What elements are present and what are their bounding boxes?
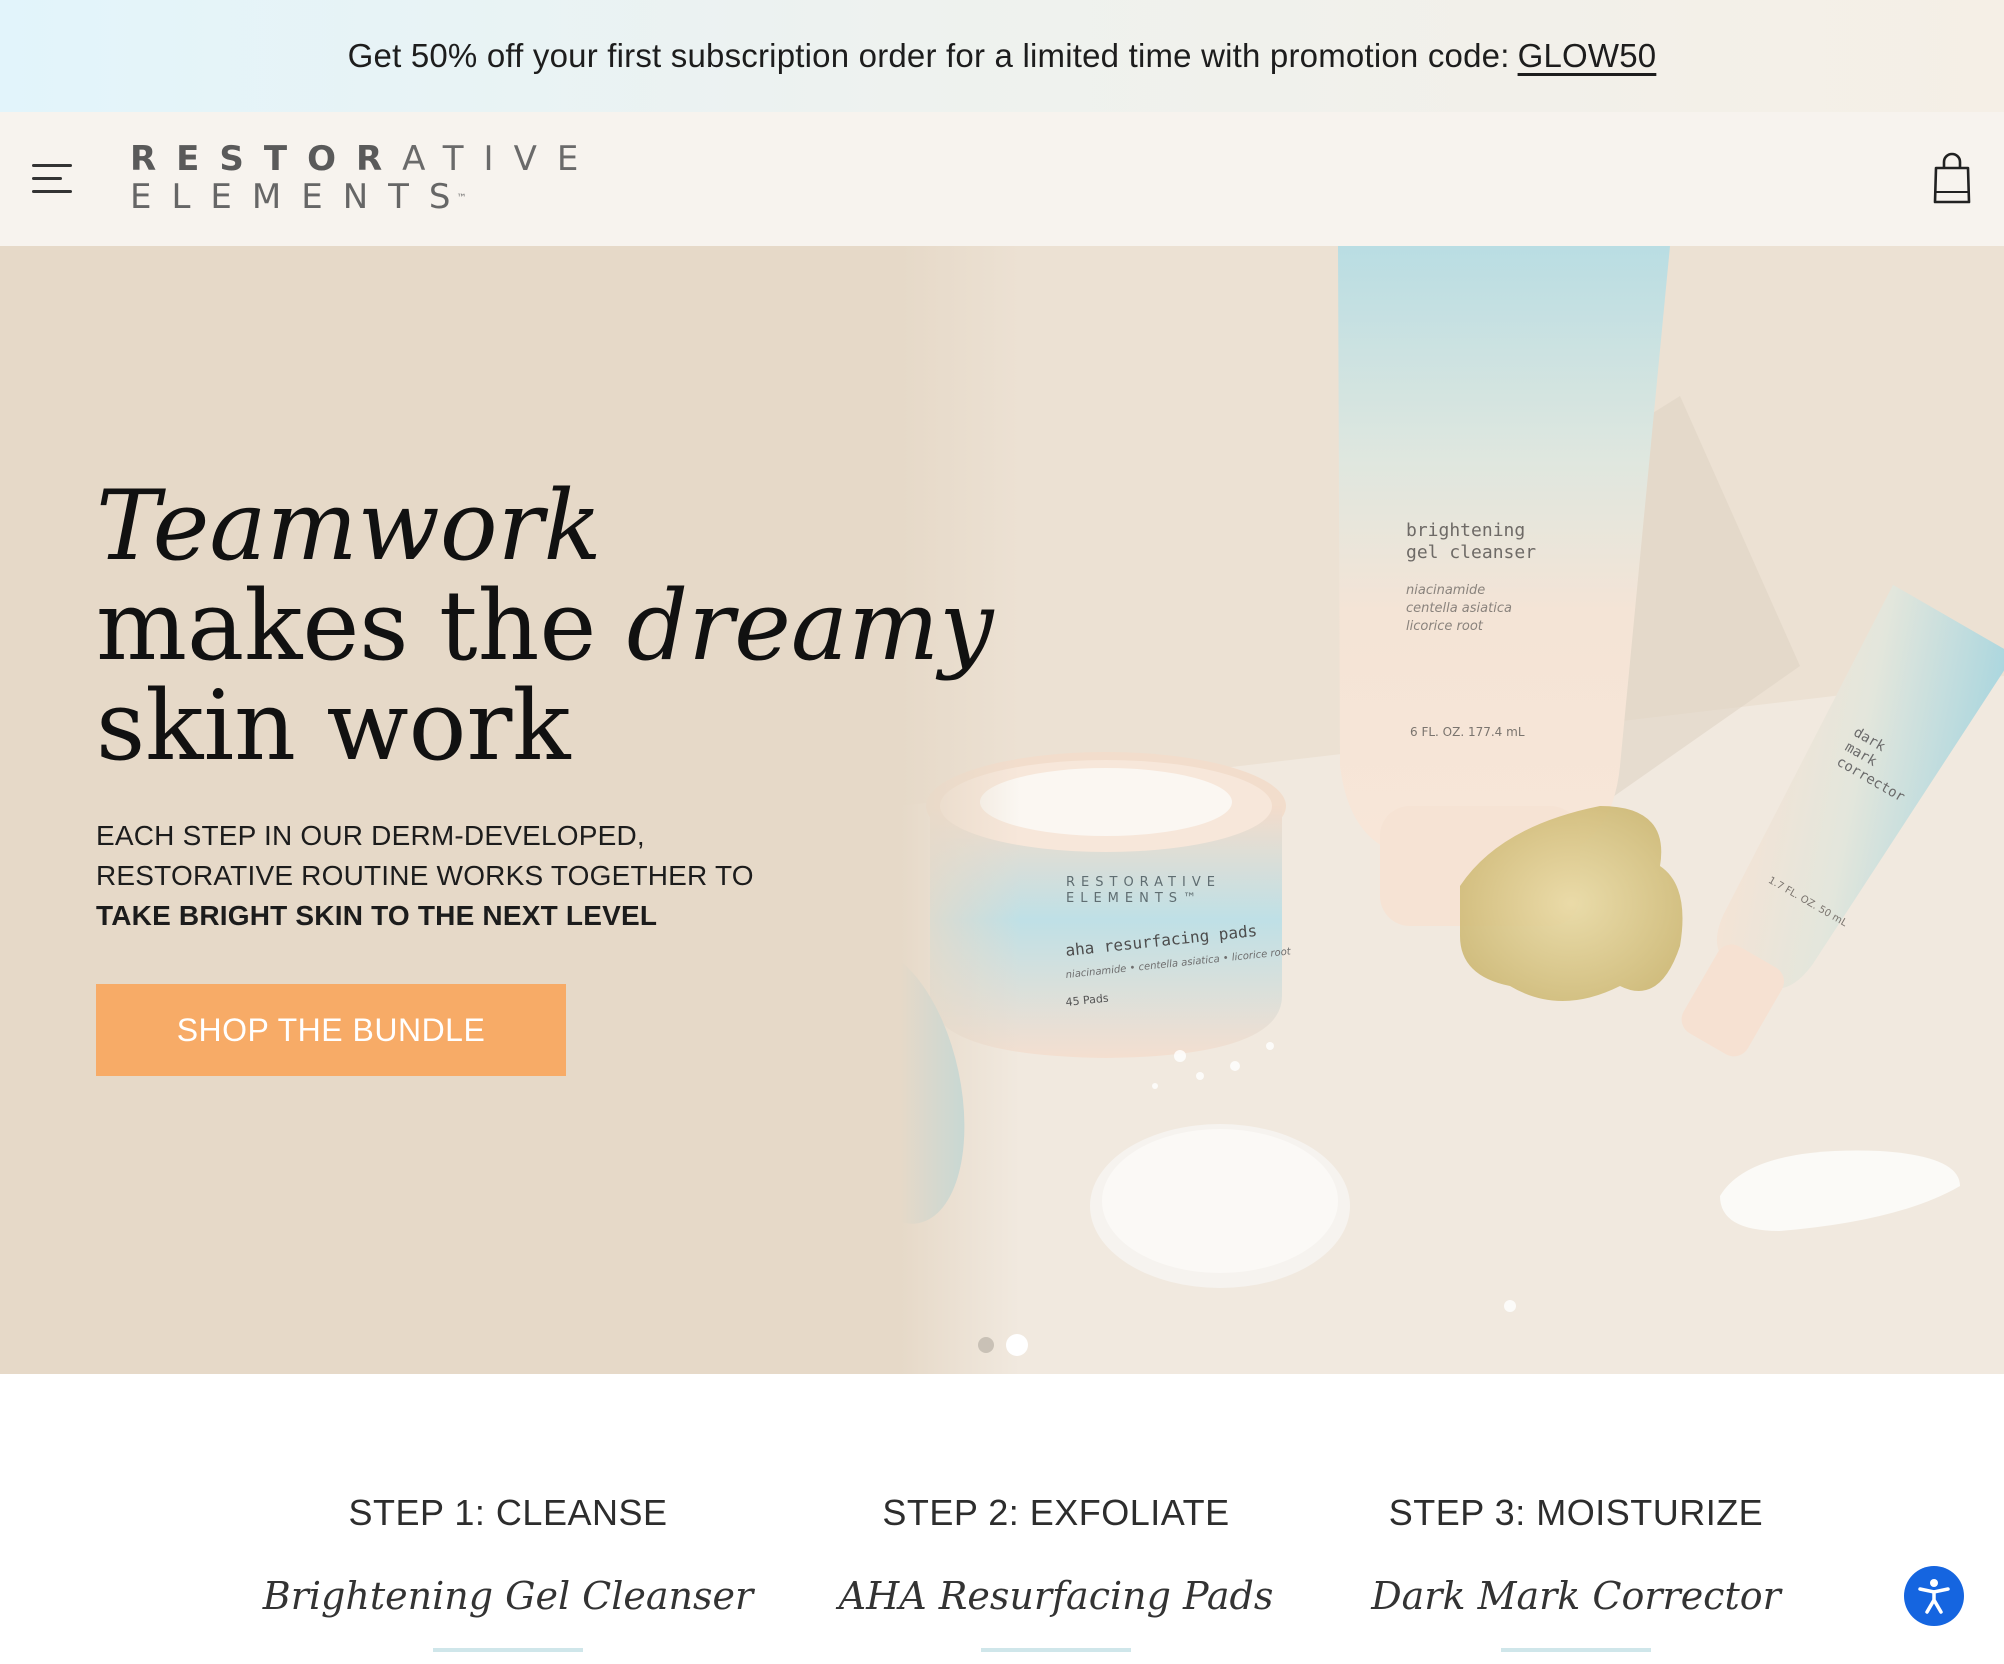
subcopy-line-2: RESTORATIVE ROUTINE WORKS TOGETHER TO <box>96 860 754 891</box>
step-underline <box>433 1648 583 1652</box>
hero-product-image: brightening gel cleanser niacinamide cen… <box>815 246 2004 1374</box>
routine-steps: STEP 1: CLEANSE Brightening Gel Cleanser… <box>0 1374 2004 1664</box>
svg-text:ELEMENTS™: ELEMENTS™ <box>1066 891 1202 906</box>
hero-banner: brightening gel cleanser niacinamide cen… <box>0 246 2004 1374</box>
step-moisturize: STEP 3: MOISTURIZE Dark Mark Corrector <box>1326 1492 1826 1652</box>
svg-text:niacinamide: niacinamide <box>1406 583 1485 598</box>
accessibility-icon[interactable] <box>1904 1566 1964 1626</box>
svg-text:brightening: brightening <box>1406 520 1525 541</box>
step-label: STEP 3: MOISTURIZE <box>1388 1492 1764 1533</box>
subcopy-line-3: TAKE BRIGHT SKIN TO THE NEXT LEVEL <box>96 900 658 931</box>
logo-text-light: ATIVE <box>402 139 599 179</box>
step-label: STEP 2: EXFOLIATE <box>882 1492 1230 1533</box>
step-exfoliate: STEP 2: EXFOLIATE AHA Resurfacing Pads <box>806 1492 1306 1652</box>
site-header: RESTORATIVE ELEMENTS™ <box>0 112 2004 246</box>
step-cleanse: STEP 1: CLEANSE Brightening Gel Cleanser <box>258 1492 758 1652</box>
svg-text:gel cleanser: gel cleanser <box>1406 542 1536 563</box>
promo-text: Get 50% off your first subscription orde… <box>347 37 1510 74</box>
step-underline <box>1501 1648 1651 1652</box>
logo-text-bold: RESTOR <box>130 139 403 179</box>
logo-trademark: ™ <box>456 193 467 204</box>
headline-line-3: skin work <box>96 670 571 782</box>
carousel-dot-2[interactable] <box>1006 1334 1028 1356</box>
brand-logo[interactable]: RESTORATIVE ELEMENTS™ <box>130 139 578 220</box>
step-product-link[interactable]: AHA Resurfacing Pads <box>806 1574 1306 1618</box>
hero-subcopy: EACH STEP IN OUR DERM-DEVELOPED, RESTORA… <box>96 816 754 936</box>
promo-code-link[interactable]: GLOW50 <box>1518 37 1657 75</box>
step-label: STEP 1: CLEANSE <box>348 1492 668 1533</box>
carousel-pagination <box>978 1334 1028 1356</box>
svg-text:centella asiatica: centella asiatica <box>1406 601 1512 616</box>
step-underline <box>981 1648 1131 1652</box>
shop-bundle-button[interactable]: SHOP THE BUNDLE <box>96 984 566 1076</box>
carousel-dot-1[interactable] <box>978 1337 994 1353</box>
step-product-link[interactable]: Brightening Gel Cleanser <box>258 1574 758 1618</box>
promo-banner: Get 50% off your first subscription orde… <box>0 0 2004 112</box>
step-product-link[interactable]: Dark Mark Corrector <box>1326 1574 1826 1618</box>
logo-text-elements: ELEMENTS <box>130 177 471 217</box>
hamburger-menu-icon[interactable] <box>32 162 74 196</box>
headline-line-1: Teamwork <box>96 470 602 582</box>
svg-text:licorice root: licorice root <box>1406 619 1484 634</box>
svg-text:RESTORATIVE: RESTORATIVE <box>1066 875 1221 890</box>
shopping-bag-icon[interactable] <box>1932 152 1972 204</box>
hero-headline: Teamwork makes the dreamy skin work <box>96 476 993 776</box>
headline-line-2: makes the <box>96 570 627 682</box>
svg-text:6 FL. OZ. 177.4 mL: 6 FL. OZ. 177.4 mL <box>1410 725 1525 739</box>
subcopy-line-1: EACH STEP IN OUR DERM-DEVELOPED, <box>96 820 645 851</box>
headline-emphasis: dreamy <box>626 570 994 682</box>
